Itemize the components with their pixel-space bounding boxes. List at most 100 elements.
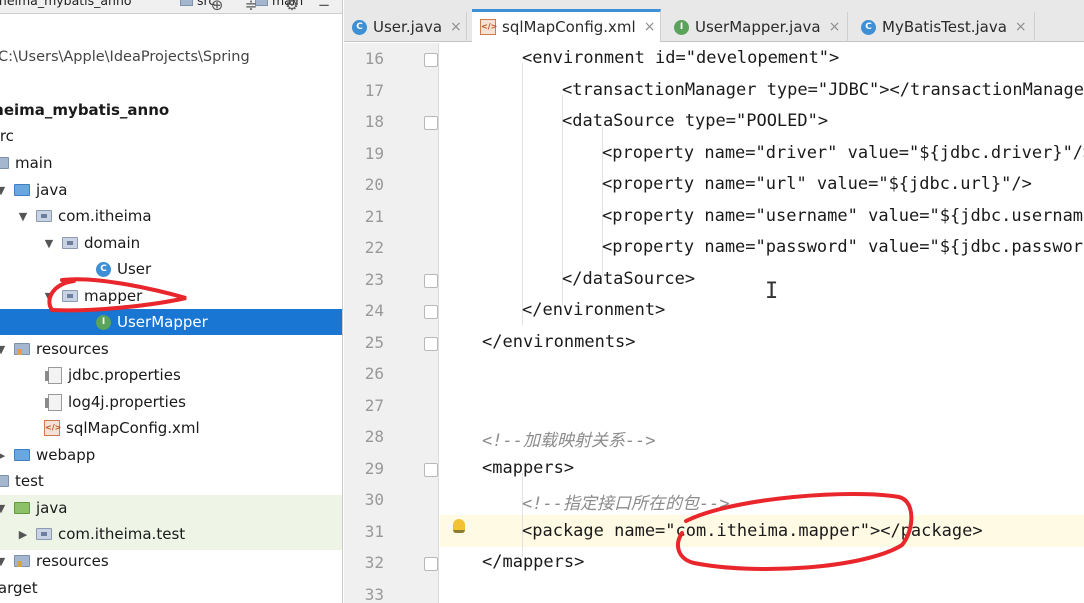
folder-icon	[0, 157, 9, 169]
line-number: 25	[364, 333, 384, 352]
tree-item-test-resources[interactable]: ▼ resources	[0, 548, 342, 574]
code-line[interactable]: </dataSource>	[562, 269, 695, 289]
fold-marker-icon[interactable]	[424, 116, 438, 130]
expand-arrow-icon[interactable]: ▼	[0, 343, 8, 356]
code-line[interactable]: <environment id="developement">	[522, 48, 839, 68]
tree-item-main[interactable]: main	[0, 150, 342, 176]
red-annotation-mapper	[47, 277, 187, 313]
lightbulb-icon[interactable]	[453, 519, 465, 533]
fold-marker-icon[interactable]	[424, 557, 438, 571]
expand-arrow-icon[interactable]: ▼	[42, 237, 56, 250]
breadcrumb-item[interactable]: theima_mybatis_anno	[0, 0, 132, 9]
expand-arrow-icon[interactable]: ▼	[0, 555, 8, 568]
code-line[interactable]: <property name="username" value="${jdbc.…	[602, 206, 1084, 226]
editor-tab-bar: C User.java × </> sqlMapConfig.xml × I U…	[344, 0, 1084, 54]
interface-icon: I	[674, 19, 689, 35]
tree-item-target[interactable]: target	[0, 575, 342, 601]
fold-marker-icon[interactable]	[424, 53, 438, 67]
tab-label: MyBatisTest.java	[882, 18, 1007, 36]
line-number: 29	[364, 459, 384, 478]
tree-label: src	[0, 127, 14, 145]
collapse-icon[interactable]: ≑	[240, 0, 262, 13]
close-icon[interactable]: ×	[829, 19, 841, 35]
text-cursor-icon: I	[765, 279, 779, 304]
tree-item-java[interactable]: ▼ java	[0, 177, 342, 203]
code-comment[interactable]: <!--加载映射关系-->	[482, 426, 656, 451]
project-root-row[interactable]: theima_mybatis_anno	[0, 97, 342, 123]
xml-file-icon: </>	[44, 420, 61, 436]
code-line[interactable]: <transactionManager type="JDBC"></transa…	[562, 80, 1084, 100]
tab-label: UserMapper.java	[695, 18, 821, 36]
line-number: 27	[364, 396, 384, 415]
package-icon	[36, 210, 52, 222]
code-line[interactable]: <mappers>	[482, 458, 574, 478]
tab-label: sqlMapConfig.xml	[502, 18, 636, 36]
class-icon: C	[352, 19, 367, 35]
properties-file-icon	[45, 366, 62, 384]
fold-marker-icon[interactable]	[424, 463, 438, 477]
fold-marker-icon[interactable]	[424, 337, 438, 351]
red-annotation-package	[676, 492, 914, 571]
project-root-path-row[interactable]: C:\Users\Apple\IdeaProjects\Spring	[0, 44, 342, 70]
code-line[interactable]: <property name="driver" value="${jdbc.dr…	[602, 143, 1084, 163]
tree-label: com.itheima.test	[58, 525, 186, 543]
tree-item-resources[interactable]: ▼ resources	[0, 336, 342, 362]
fold-marker-icon[interactable]	[424, 305, 438, 319]
tree-item-domain[interactable]: ▼ domain	[0, 230, 342, 256]
expand-arrow-icon[interactable]: ▼	[0, 184, 8, 197]
indent-guide	[522, 63, 523, 325]
line-number: 20	[364, 175, 384, 194]
tree-label: java	[36, 499, 68, 517]
close-icon[interactable]: ×	[644, 19, 656, 35]
tree-label: jdbc.properties	[68, 366, 181, 384]
folder-icon	[180, 0, 193, 6]
code-line[interactable]: </mappers>	[482, 552, 584, 572]
source-folder-icon	[14, 184, 30, 196]
tree-item-webapp[interactable]: ▶ webapp	[0, 442, 342, 468]
tree-label: test	[15, 472, 44, 490]
project-name: theima_mybatis_anno	[0, 101, 170, 119]
line-number: 30	[364, 490, 384, 509]
tab-sqlmapconfig-xml[interactable]: </> sqlMapConfig.xml ×	[472, 9, 661, 42]
tree-label: resources	[36, 552, 109, 570]
code-line[interactable]: <property name="url" value="${jdbc.url}"…	[602, 174, 1032, 194]
collapse-arrow-icon[interactable]: ▶	[0, 449, 8, 462]
tree-item-com-itheima-test[interactable]: ▶ com.itheima.test	[0, 521, 342, 547]
tree-item-src[interactable]: src	[0, 123, 342, 149]
folder-icon	[0, 475, 9, 487]
tree-item-com-itheima[interactable]: ▼ com.itheima	[0, 203, 342, 229]
tab-mybatistest-java[interactable]: C MyBatisTest.java ×	[853, 12, 1035, 42]
line-number: 21	[364, 207, 384, 226]
globe-icon[interactable]: ⊕	[206, 0, 228, 13]
tree-item-test[interactable]: test	[0, 468, 342, 494]
tree-item-jdbc-properties[interactable]: jdbc.properties	[0, 362, 342, 388]
expand-arrow-icon[interactable]: ▼	[16, 210, 30, 223]
fold-marker-icon[interactable]	[424, 274, 438, 288]
collapse-arrow-icon[interactable]: ▶	[16, 528, 30, 541]
indent-guide	[522, 473, 523, 557]
close-icon[interactable]: ×	[1015, 19, 1027, 35]
expand-arrow-icon[interactable]: ▼	[0, 502, 8, 515]
line-number: 28	[364, 427, 384, 446]
tree-item-log4j-properties[interactable]: log4j.properties	[0, 389, 342, 415]
tree-label: target	[0, 579, 38, 597]
minimize-icon[interactable]: −	[313, 0, 335, 13]
code-line[interactable]: <dataSource type="POOLED">	[562, 111, 828, 131]
gear-icon[interactable]: ⚙	[281, 0, 303, 13]
resources-folder-icon	[14, 555, 30, 567]
code-line[interactable]: </environments>	[482, 332, 636, 352]
web-folder-icon	[14, 449, 30, 461]
code-line[interactable]: <property name="password" value="${jdbc.…	[602, 237, 1084, 257]
tree-item-sqlmapconfig[interactable]: </> sqlMapConfig.xml	[0, 415, 342, 441]
code-line[interactable]: </environment>	[522, 300, 665, 320]
tab-usermapper-java[interactable]: I UserMapper.java ×	[666, 12, 848, 42]
properties-file-icon	[45, 393, 62, 411]
line-number: 23	[364, 270, 384, 289]
tree-item-test-java[interactable]: ▼ java	[0, 495, 342, 521]
close-icon[interactable]: ×	[450, 19, 462, 35]
tab-user-java[interactable]: C User.java ×	[344, 12, 467, 42]
code-editor[interactable]: 16 17 18 19 20 21 22 23 24 25 26 27 28 2…	[344, 43, 1084, 603]
class-icon: C	[861, 19, 876, 35]
project-tool-window: theima_mybatis_anno src main ⊕ ≑ ⚙ − C:\…	[0, 0, 343, 603]
line-number: 16	[364, 49, 384, 68]
